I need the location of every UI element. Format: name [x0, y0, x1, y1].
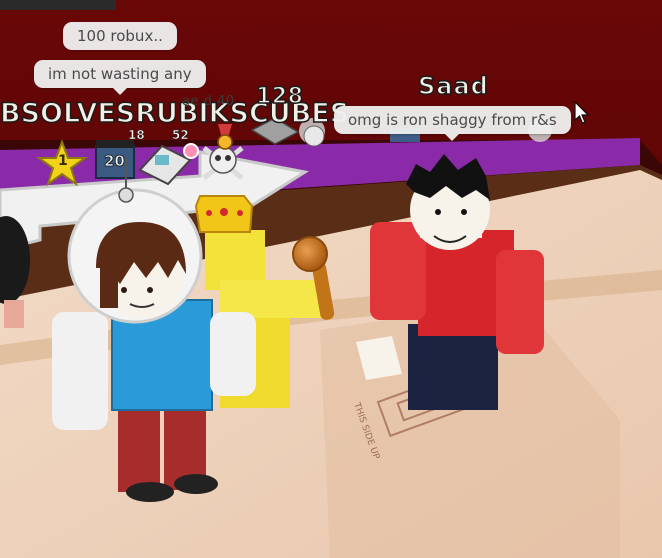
pink-orb — [183, 143, 199, 159]
star-badge-count: 1 — [58, 153, 68, 169]
skull-icon-right — [303, 125, 325, 147]
skull-crossbones-icon — [202, 146, 244, 180]
player-nametag-saad: Saad — [417, 71, 489, 101]
film-badge-count: 20 — [104, 152, 125, 170]
chat-bubble-middle: im not wasting any — [34, 60, 206, 95]
player-nametag-number: 128 — [255, 83, 304, 110]
chat-bubble-saad: omg is ron shaggy from r&s — [334, 106, 571, 141]
mouse-cursor-icon — [574, 101, 590, 124]
ticket-badge-count: 52 — [172, 128, 189, 142]
chat-bubble-top: 100 robux.. — [63, 22, 177, 50]
top-gui-bar — [0, 0, 116, 10]
arrow-badge-count: 18 — [128, 128, 145, 142]
player-nametag-fragment: ae d 40 — [182, 94, 235, 109]
